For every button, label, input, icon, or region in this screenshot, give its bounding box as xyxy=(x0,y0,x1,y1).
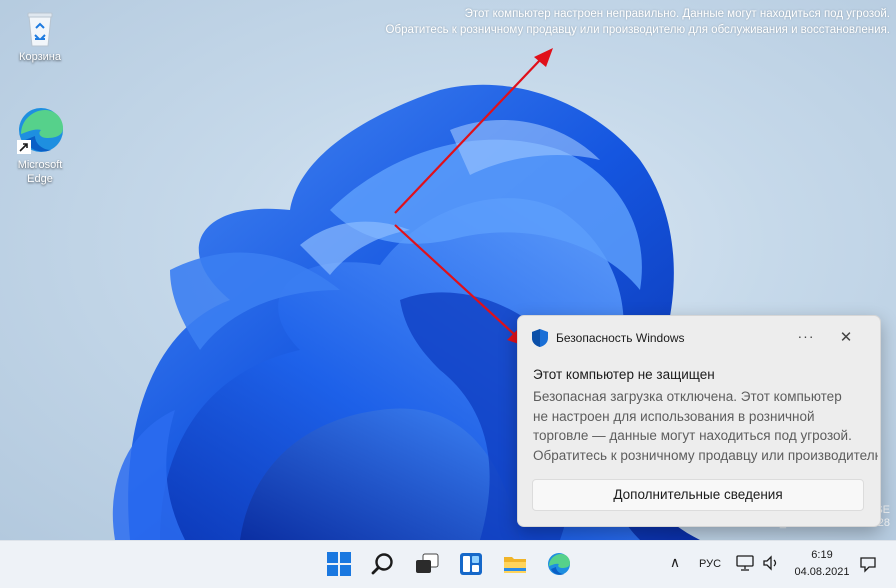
security-notification[interactable]: Безопасность Windows ··· ✕ Этот компьюте… xyxy=(517,315,881,527)
clock-date: 04.08.2021 xyxy=(794,566,850,578)
body-line-3: торговле — данные могут находиться под у… xyxy=(533,428,852,443)
warning-line-2: Обратитесь к розничному продавцу или про… xyxy=(385,24,890,36)
more-options-button[interactable]: ··· xyxy=(794,328,818,348)
recycle-bin-label: Корзина xyxy=(19,51,61,63)
notification-header: Безопасность Windows ··· ✕ xyxy=(532,328,870,348)
recycle-bin-icon xyxy=(27,12,53,47)
notification-center-icon[interactable] xyxy=(859,555,877,573)
desktop: Корзина Microsoft Edge Этот компьютер на… xyxy=(0,0,896,540)
network-icon[interactable] xyxy=(736,555,754,571)
body-line-4: Обратитесь к розничному продавцу или про… xyxy=(533,447,878,463)
language-indicator[interactable]: РУС xyxy=(699,558,721,570)
taskbar: ∧ РУС 6:19 04.08.2021 xyxy=(0,540,896,588)
activation-warning-watermark: Этот компьютер настроен неправильно. Дан… xyxy=(386,6,890,38)
widgets-icon[interactable] xyxy=(458,551,484,577)
clock-time: 6:19 xyxy=(811,549,833,561)
body-line-2: не настроен для использования в рознично… xyxy=(533,408,815,424)
edge-label-line2: Edge xyxy=(27,173,53,185)
body-line-1: Безопасная загрузка отключена. Этот комп… xyxy=(533,389,842,404)
warning-line-1: Этот компьютер настроен неправильно. Дан… xyxy=(464,8,890,20)
close-button[interactable]: ✕ xyxy=(836,328,856,348)
notification-title: Этот компьютер не защищен xyxy=(533,367,715,382)
task-view-icon[interactable] xyxy=(414,551,440,577)
edge-taskbar-icon[interactable] xyxy=(546,551,572,577)
volume-icon[interactable] xyxy=(762,555,780,571)
search-icon[interactable] xyxy=(370,551,396,577)
edge-desktop-icon[interactable]: Microsoft Edge xyxy=(10,106,70,186)
start-icon[interactable] xyxy=(326,551,352,577)
show-hidden-icons-button[interactable]: ∧ xyxy=(667,554,683,574)
edge-label-line1: Microsoft xyxy=(17,159,63,171)
recycle-bin-desktop-icon[interactable]: Корзина xyxy=(10,8,70,64)
more-info-button[interactable]: Дополнительные сведения xyxy=(532,479,864,511)
clock[interactable]: 6:19 04.08.2021 xyxy=(790,547,854,581)
shield-icon xyxy=(532,329,548,347)
file-explorer-icon[interactable] xyxy=(502,551,528,577)
edge-icon xyxy=(17,108,63,154)
notification-body: Безопасная загрузка отключена. Этот комп… xyxy=(533,387,878,465)
notification-app-name: Безопасность Windows xyxy=(556,331,685,345)
